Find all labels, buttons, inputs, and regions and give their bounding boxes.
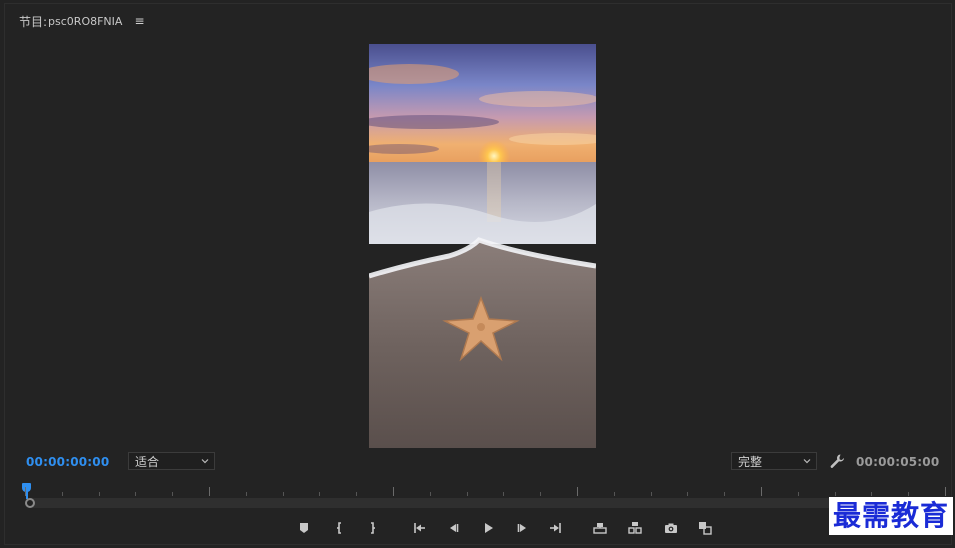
- ruler-tick: [724, 492, 725, 496]
- duration-timecode: 00:00:05:00: [856, 455, 940, 469]
- ruler-tick: [614, 492, 615, 496]
- ruler-tick: [62, 492, 63, 496]
- play-icon: [485, 523, 493, 533]
- step-back-button[interactable]: [443, 518, 463, 538]
- ruler-tick: [430, 492, 431, 496]
- step-back-icon: [450, 524, 459, 532]
- mark-out-icon: [371, 522, 375, 534]
- ruler-tick: [25, 487, 26, 496]
- chevron-down-icon: [201, 459, 209, 464]
- zoom-scrollbar[interactable]: [27, 498, 945, 508]
- ruler-tick: [356, 492, 357, 496]
- camera-icon: [665, 523, 677, 533]
- extract-icon: [628, 522, 642, 534]
- ruler-tick: [503, 492, 504, 496]
- transport-controls: [5, 518, 955, 538]
- beach-starfish-image: [369, 44, 596, 448]
- panel-title-prefix: 节目:: [19, 14, 48, 29]
- play-button[interactable]: [478, 518, 498, 538]
- ruler-tick: [871, 492, 872, 496]
- ruler-tick: [209, 487, 210, 496]
- ruler-tick: [540, 492, 541, 496]
- marker-icon: [300, 523, 308, 533]
- ruler-tick: [687, 492, 688, 496]
- playback-quality-value: 完整: [738, 454, 763, 469]
- ruler-tick: [651, 492, 652, 496]
- lift-button[interactable]: [590, 518, 610, 538]
- export-frame-button[interactable]: [661, 518, 681, 538]
- mark-in-icon: [337, 522, 341, 534]
- go-to-in-icon: [414, 523, 425, 533]
- program-video-frame: [369, 44, 596, 448]
- go-to-out-icon: [550, 523, 561, 533]
- ruler-tick: [99, 492, 100, 496]
- go-to-in-button[interactable]: [409, 518, 429, 538]
- wrench-icon[interactable]: [829, 453, 845, 469]
- comparison-icon: [699, 522, 712, 535]
- ruler-tick: [761, 487, 762, 496]
- ruler-tick: [393, 487, 394, 496]
- ruler-tick: [835, 492, 836, 496]
- time-ruler[interactable]: [22, 483, 947, 499]
- go-to-out-button[interactable]: [546, 518, 566, 538]
- add-marker-button[interactable]: [294, 518, 314, 538]
- sequence-name[interactable]: psc0RO8FNIA: [48, 15, 122, 28]
- zoom-fit-select[interactable]: 适合: [128, 452, 215, 470]
- scrollbar-left-handle[interactable]: [25, 498, 35, 508]
- program-monitor-panel: 节目: psc0RO8FNIA ≡ 00:00:00:00 适合 完整 00:0…: [4, 3, 952, 545]
- zoom-fit-value: 适合: [135, 454, 160, 469]
- mark-in-button[interactable]: [331, 518, 351, 538]
- ruler-tick: [246, 492, 247, 496]
- extract-button[interactable]: [625, 518, 645, 538]
- chevron-down-icon: [803, 459, 811, 464]
- ruler-tick: [319, 492, 320, 496]
- ruler-tick: [577, 487, 578, 496]
- step-forward-button[interactable]: [513, 518, 533, 538]
- ruler-tick: [172, 492, 173, 496]
- comparison-view-button[interactable]: [695, 518, 715, 538]
- panel-menu-icon[interactable]: ≡: [134, 14, 144, 28]
- ruler-tick: [283, 492, 284, 496]
- current-timecode[interactable]: 00:00:00:00: [26, 455, 109, 469]
- ruler-tick: [945, 487, 946, 496]
- playback-quality-select[interactable]: 完整: [731, 452, 817, 470]
- panel-header: 节目: psc0RO8FNIA ≡: [19, 12, 145, 30]
- step-forward-icon: [517, 524, 526, 532]
- ruler-tick: [908, 492, 909, 496]
- watermark-logo: 最需教育: [829, 497, 954, 535]
- ruler-tick: [135, 492, 136, 496]
- lift-icon: [593, 523, 607, 534]
- mark-out-button[interactable]: [363, 518, 383, 538]
- ruler-tick: [467, 492, 468, 496]
- ruler-tick: [798, 492, 799, 496]
